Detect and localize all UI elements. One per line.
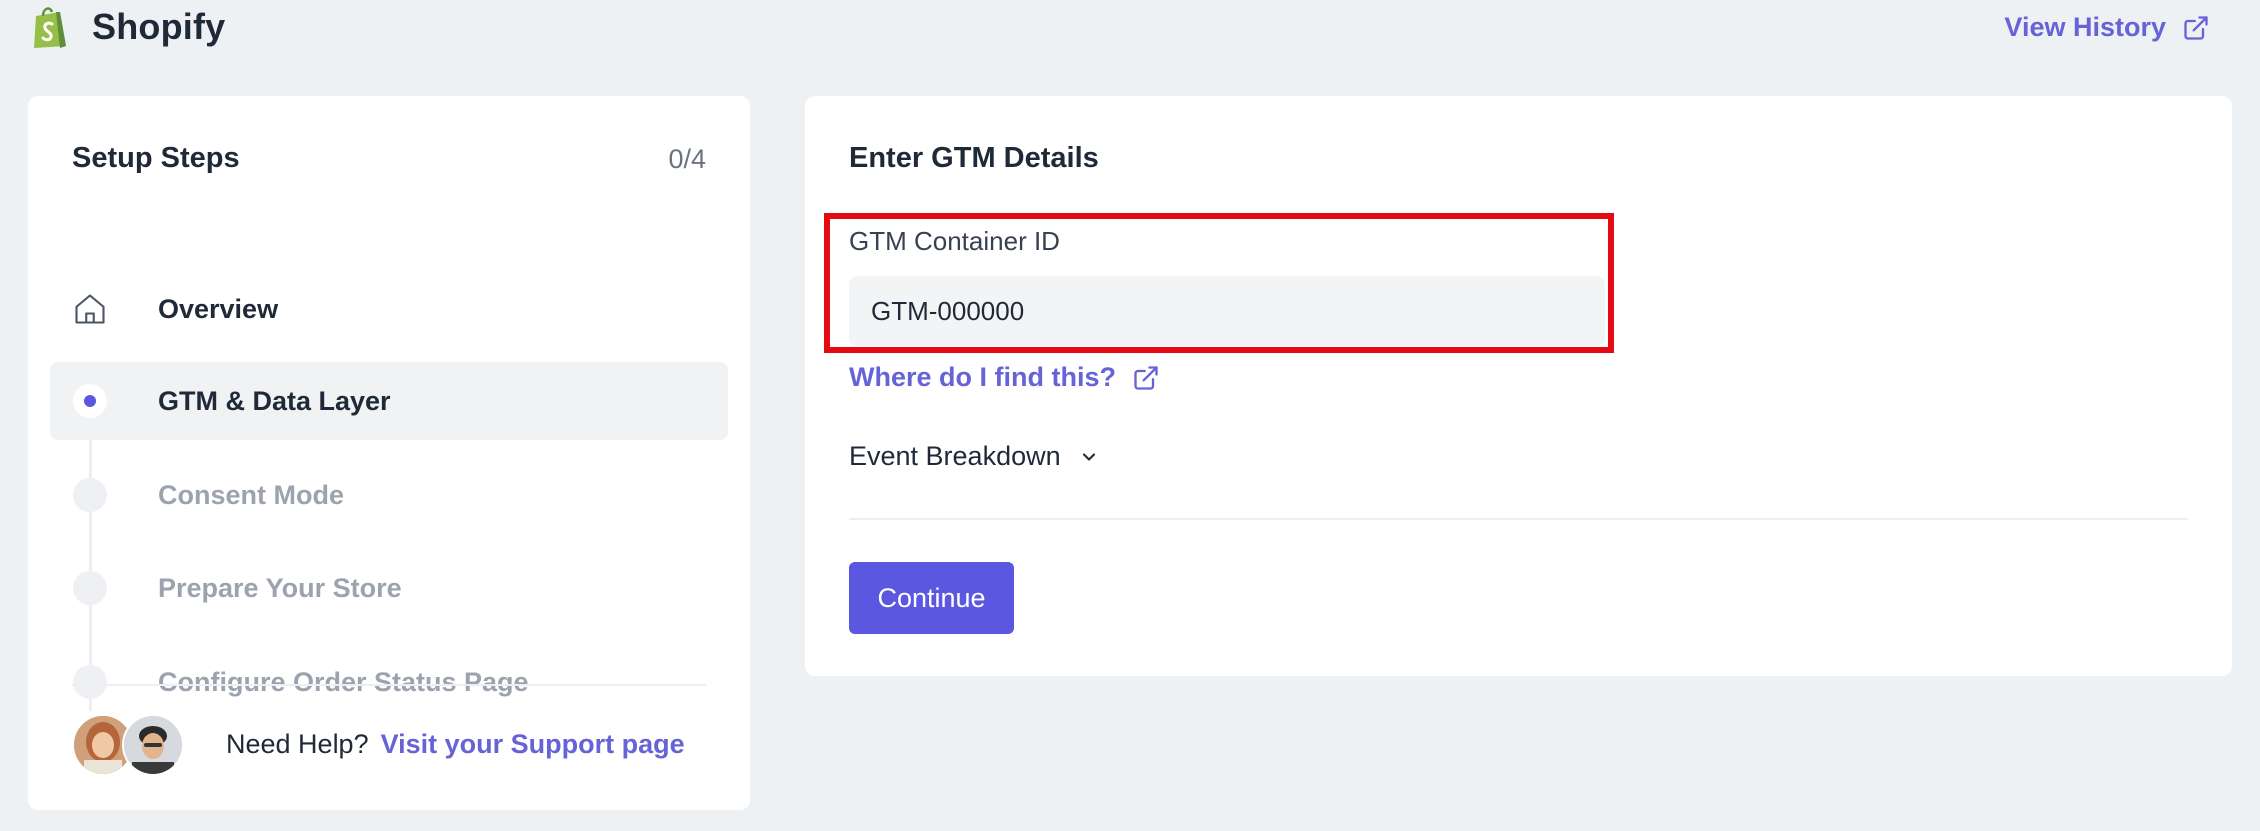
pending-dot-icon [73,571,107,605]
where-find-label: Where do I find this? [849,362,1116,392]
external-link-icon [1134,365,1158,390]
shopify-logo-icon [34,7,66,48]
step-label: GTM & Data Layer [158,385,391,416]
view-history-label: View History [2004,12,2166,42]
step-overview[interactable]: Overview [50,270,728,348]
step-prepare-your-store[interactable]: Prepare Your Store [50,549,728,627]
step-gtm-data-layer[interactable]: GTM & Data Layer [50,362,728,440]
gtm-container-id-label: GTM Container ID [849,226,1060,256]
chevron-down-icon [1082,452,1095,461]
avatar [122,714,184,776]
person-avatar-icon [124,716,182,774]
event-breakdown-label: Event Breakdown [849,441,1061,471]
brand: Shopify [30,4,225,50]
divider [72,684,706,686]
gtm-details-title: Enter GTM Details [849,142,1099,174]
support-avatars [72,714,192,776]
active-dot-icon [73,384,107,418]
support-page-link[interactable]: Visit your Support page [381,729,685,760]
need-help-text: Need Help? [226,728,369,759]
home-icon [75,294,105,324]
step-label: Consent Mode [158,479,344,510]
event-breakdown-toggle[interactable]: Event Breakdown [849,441,1099,472]
divider [849,518,2188,520]
step-configure-order-status-page[interactable]: Configure Order Status Page [50,643,728,721]
setup-steps-card: Setup Steps 0/4 Overview GTM & Data Laye… [28,96,750,810]
setup-progress-count: 0/4 [668,144,706,174]
where-find-link[interactable]: Where do I find this? [849,362,1160,393]
app-header: Shopify View History [0,0,2260,70]
pending-dot-icon [73,478,107,512]
step-label: Prepare Your Store [158,572,402,603]
help-section: Need Help? Visit your Support page [72,714,685,776]
gtm-container-id-input[interactable] [849,276,1605,346]
step-label: Configure Order Status Page [158,666,529,697]
view-history-link[interactable]: View History [2004,12,2210,43]
gtm-details-card: Enter GTM Details GTM Container ID Where… [805,96,2232,676]
pending-dot-icon [73,665,107,699]
continue-button[interactable]: Continue [849,562,1014,634]
external-link-icon [2184,15,2208,40]
setup-steps-title: Setup Steps [72,142,240,174]
step-consent-mode[interactable]: Consent Mode [50,456,728,534]
step-label: Overview [158,293,279,324]
brand-name: Shopify [92,6,226,47]
